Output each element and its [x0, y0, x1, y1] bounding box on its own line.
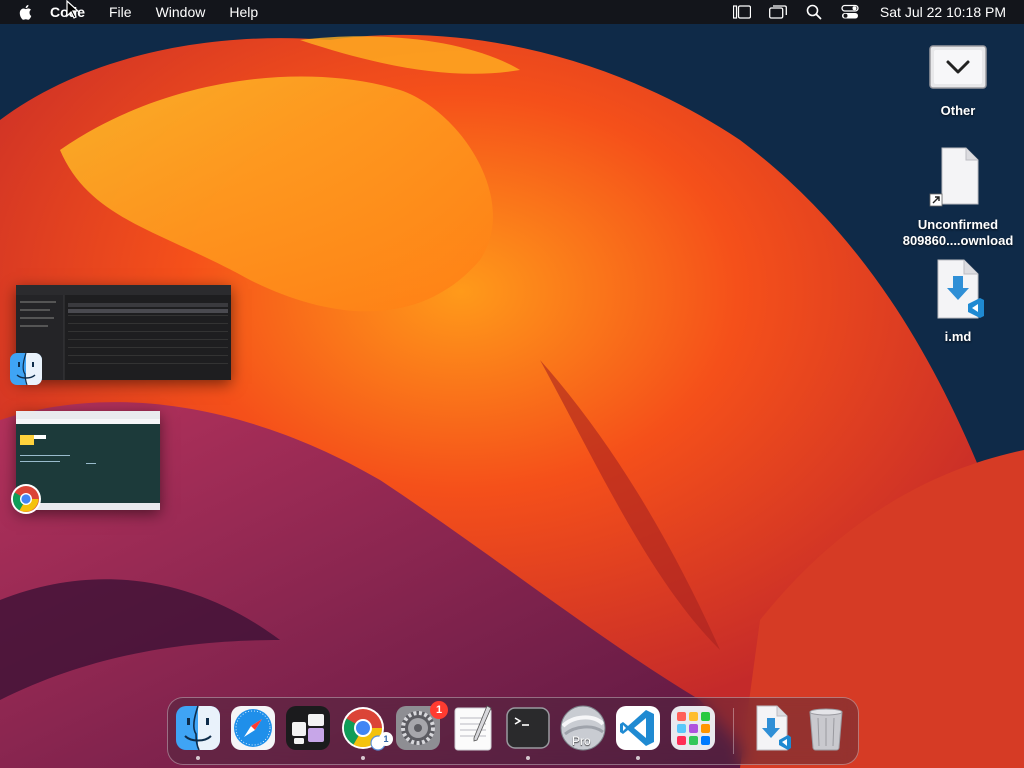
- mouse-cursor-icon: [66, 0, 80, 19]
- wallpaper: [0, 0, 1024, 768]
- apple-icon: [19, 4, 32, 20]
- finder-icon: [9, 352, 43, 386]
- launchpad-icon: [671, 706, 715, 750]
- chrome-icon: [342, 707, 386, 751]
- dock-item-finder[interactable]: [174, 704, 222, 760]
- dock-item-trash[interactable]: [802, 704, 850, 752]
- running-indicator: [361, 756, 365, 760]
- spotlight-search-icon[interactable]: [804, 4, 824, 20]
- chrome-icon: [9, 482, 43, 516]
- stage-manager-icon[interactable]: [732, 4, 752, 20]
- dock-item-vscode[interactable]: [614, 704, 662, 760]
- running-indicator: [526, 756, 530, 760]
- vscode-icon: [616, 706, 660, 750]
- dock-item-terminal[interactable]: [504, 704, 552, 760]
- trash-icon: [809, 708, 843, 751]
- dock-item-system-settings[interactable]: 1: [394, 701, 448, 752]
- document-alias-icon: [929, 147, 979, 207]
- menu-window[interactable]: Window: [144, 0, 218, 24]
- dock-item-google-earth-pro[interactable]: Pro: [559, 704, 607, 752]
- stack-folder-icon: [929, 45, 987, 89]
- control-center-icon[interactable]: [840, 4, 860, 20]
- desktop-stack-other[interactable]: Other: [898, 40, 1018, 119]
- menu-help[interactable]: Help: [217, 0, 270, 24]
- desktop[interactable]: Code File Window Help Sat Jul 22 10:18 P…: [0, 0, 1024, 768]
- desktop-icon-label: i.md: [944, 329, 972, 344]
- download-file-icon: [756, 705, 791, 751]
- textedit-icon: [454, 705, 492, 751]
- finder-window-preview: [16, 285, 231, 380]
- dock-item-launchpad[interactable]: [669, 704, 717, 752]
- terminal-icon: [506, 707, 550, 749]
- notification-badge: 1: [379, 732, 393, 746]
- finder-icon: [176, 705, 220, 751]
- dock-item-stage-manager[interactable]: [284, 704, 332, 752]
- dock-item-safari[interactable]: [229, 704, 277, 752]
- desktop-file-i-md[interactable]: i.md: [898, 258, 1018, 345]
- app-grid-icon: [286, 706, 330, 750]
- dock: 1 1 Pro: [167, 697, 859, 765]
- notification-badge: 1: [430, 701, 448, 719]
- menu-bar-clock[interactable]: Sat Jul 22 10:18 PM: [880, 4, 1006, 20]
- running-indicator: [636, 756, 640, 760]
- safari-icon: [231, 706, 275, 750]
- vscode-markdown-file-icon: [937, 259, 984, 319]
- running-indicator: [196, 756, 200, 760]
- minimized-window-finder[interactable]: [16, 285, 231, 380]
- screen-mirroring-icon[interactable]: [768, 4, 788, 20]
- desktop-icon-label: Other: [940, 103, 976, 118]
- dock-separator: [733, 708, 734, 754]
- dock-item-chrome[interactable]: 1: [339, 704, 393, 760]
- status-area: Sat Jul 22 10:18 PM: [724, 4, 1024, 20]
- menu-file[interactable]: File: [97, 0, 144, 24]
- desktop-file-unconfirmed-download[interactable]: Unconfirmed 809860....ownload: [898, 146, 1018, 249]
- menu-bar: Code File Window Help Sat Jul 22 10:18 P…: [0, 0, 1024, 24]
- earth-pro-caption: Pro: [572, 734, 591, 748]
- desktop-icon-label: Unconfirmed 809860....ownload: [902, 217, 1014, 248]
- apple-menu[interactable]: [0, 4, 42, 20]
- dock-item-textedit[interactable]: [449, 704, 497, 752]
- dock-item-downloads[interactable]: [747, 704, 795, 752]
